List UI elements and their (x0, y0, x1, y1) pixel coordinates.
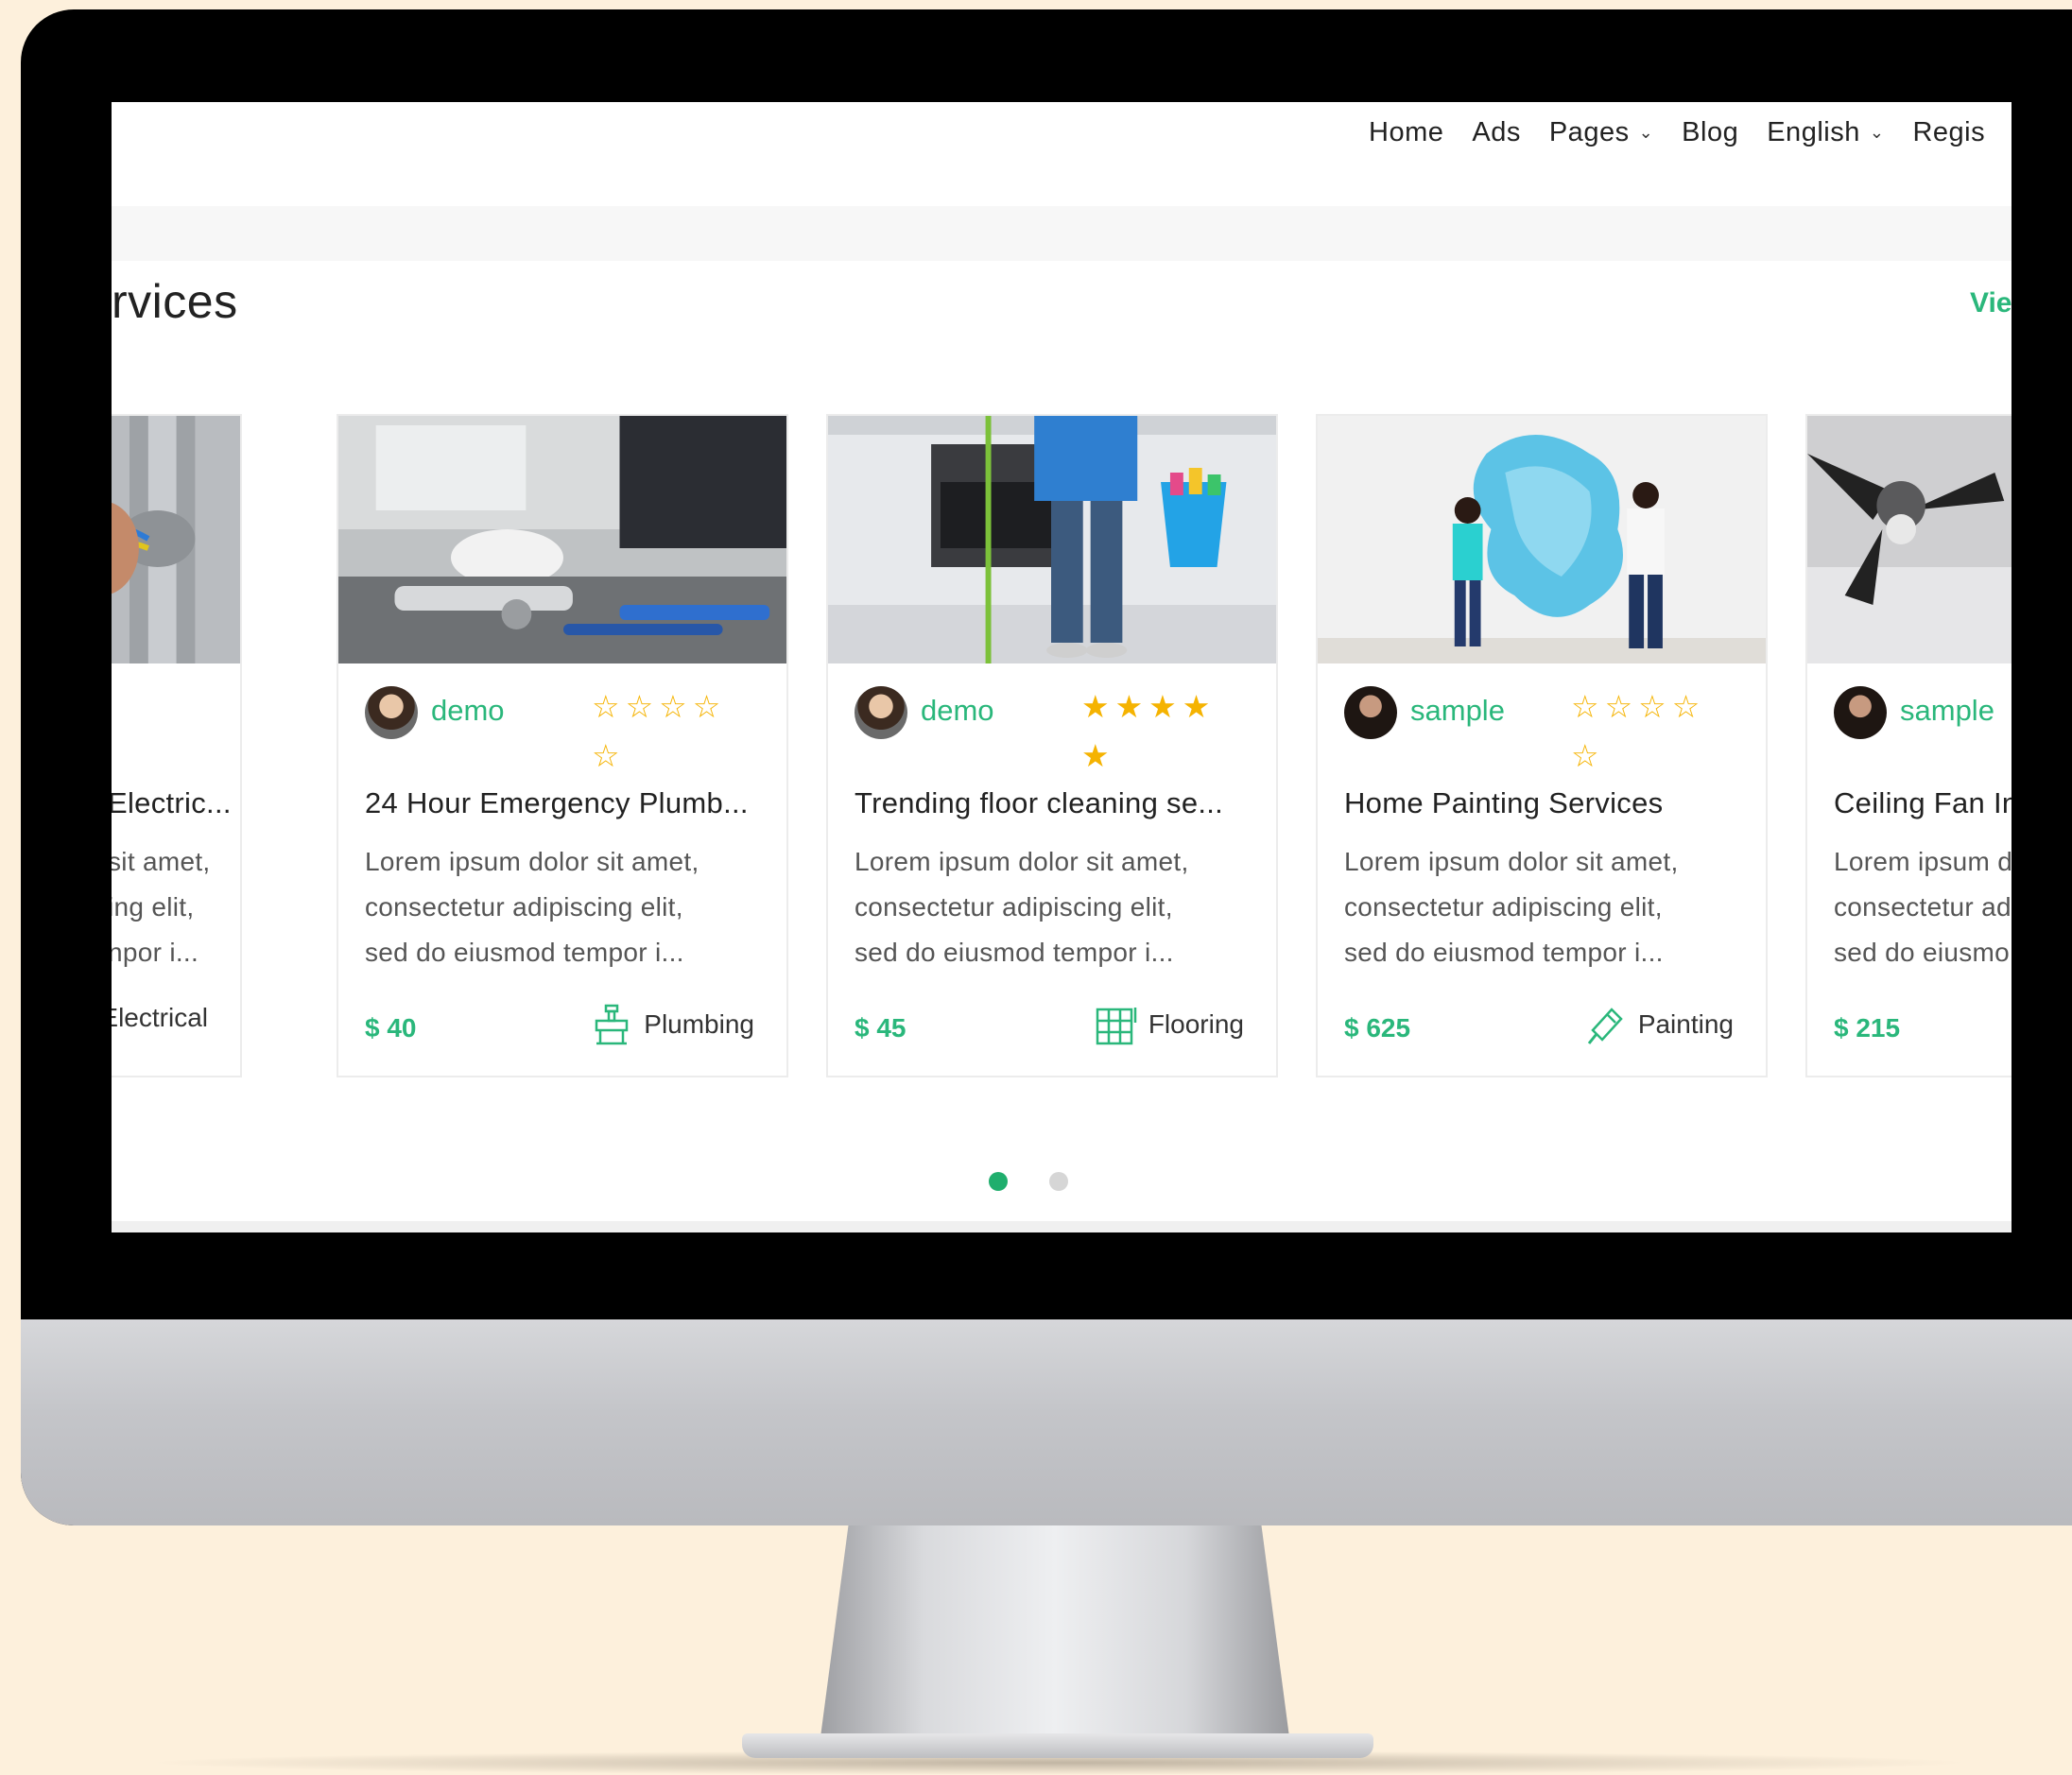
monitor-stand-neck (820, 1524, 1289, 1737)
rating-stars: ☆☆☆☆☆ (592, 689, 727, 773)
service-card[interactable]: ☆☆☆ Electric... sit amet, ing elit, npor… (112, 414, 242, 1077)
card-description: Lorem ipsum dolor sit amet, consectetur … (855, 847, 1189, 967)
nav-item-language[interactable]: English ⌄ (1767, 117, 1884, 148)
carousel-dot-2[interactable] (1049, 1172, 1068, 1191)
service-image-plumbing (338, 416, 786, 663)
view-all-link[interactable]: Vie (1970, 287, 2012, 319)
header-band (112, 206, 2012, 261)
avatar (1344, 686, 1397, 739)
author-name[interactable]: demo (431, 694, 505, 728)
nav-item-register[interactable]: Regis (1912, 117, 1985, 148)
monitor: Home Ads Pages ⌄ Blog English ⌄ Regis rvic… (21, 9, 2072, 1525)
rating-stars: ★★★★★ (1081, 689, 1217, 773)
chevron-down-icon: ⌄ (1638, 123, 1654, 142)
card-title[interactable]: Ceiling Fan Ins (1834, 786, 2012, 820)
card-description: Lorem ipsum dolor sit amet, consectetur … (365, 847, 699, 967)
card-description: sit amet, ing elit, npor i... (112, 847, 211, 967)
service-image-electrical (112, 416, 240, 663)
nav-item-pages[interactable]: Pages ⌄ (1549, 117, 1653, 148)
card-title[interactable]: Electric... (112, 786, 240, 820)
section-title: rvices (112, 275, 238, 328)
service-image-painting (1318, 416, 1766, 663)
card-description: Lorem ipsum dolor sit amet, consectetur … (1344, 847, 1679, 967)
service-card[interactable]: demo ☆☆☆☆☆ 24 Hour Emergency Plumb... Lo… (337, 414, 788, 1077)
author-name[interactable]: sample (1410, 694, 1505, 728)
plumbing-icon (596, 1004, 629, 1045)
card-price: $ 215 (1834, 1013, 1901, 1043)
card-price: $ 40 (365, 1013, 417, 1043)
painting-icon (1587, 1008, 1623, 1044)
carousel-dot-1[interactable] (989, 1172, 1008, 1191)
service-card[interactable]: sample ☆☆☆☆☆ Home Painting Services Lore… (1316, 414, 1768, 1077)
service-card[interactable]: demo ★★★★★ Trending floor cleaning se...… (826, 414, 1278, 1077)
avatar (855, 686, 907, 739)
nav-item-home[interactable]: Home (1369, 117, 1443, 148)
service-card[interactable]: sample Ceiling Fan Ins Lorem ipsum d con… (1805, 414, 2012, 1077)
monitor-stand-base (742, 1733, 1373, 1758)
footer-band (112, 1221, 2012, 1232)
monitor-chin (21, 1319, 2072, 1525)
card-category[interactable]: Painting (1583, 1002, 1734, 1047)
rating-stars: ☆☆☆☆☆ (1571, 689, 1706, 773)
card-price: $ 625 (1344, 1013, 1411, 1043)
author-name[interactable]: demo (921, 694, 994, 728)
screen: Home Ads Pages ⌄ Blog English ⌄ Regis rvic… (112, 102, 2012, 1232)
nav-menu: Home Ads Pages ⌄ Blog English ⌄ Regis (1369, 117, 1985, 148)
service-image-ceiling-fan (1807, 416, 2012, 663)
flooring-icon (1096, 1008, 1137, 1045)
card-title[interactable]: Home Painting Services (1344, 786, 1751, 820)
carousel-pagination (989, 1172, 1068, 1191)
card-category[interactable]: Flooring (1094, 1002, 1244, 1047)
card-description: Lorem ipsum d consectetur ad sed do eius… (1834, 847, 2012, 967)
nav-item-ads[interactable]: Ads (1472, 117, 1520, 148)
card-category[interactable]: ⚡ Electrical (112, 1002, 208, 1033)
avatar (365, 686, 418, 739)
author-name[interactable]: sample (1900, 694, 1994, 728)
card-title[interactable]: Trending floor cleaning se... (855, 786, 1261, 820)
service-image-flooring (828, 416, 1276, 663)
card-category[interactable]: Plumbing (589, 1002, 754, 1047)
nav-item-blog[interactable]: Blog (1682, 117, 1738, 148)
card-price: $ 45 (855, 1013, 906, 1043)
chevron-down-icon: ⌄ (1869, 123, 1885, 142)
card-title[interactable]: 24 Hour Emergency Plumb... (365, 786, 771, 820)
avatar (1834, 686, 1887, 739)
top-navbar: Home Ads Pages ⌄ Blog English ⌄ Regis (112, 102, 2012, 206)
